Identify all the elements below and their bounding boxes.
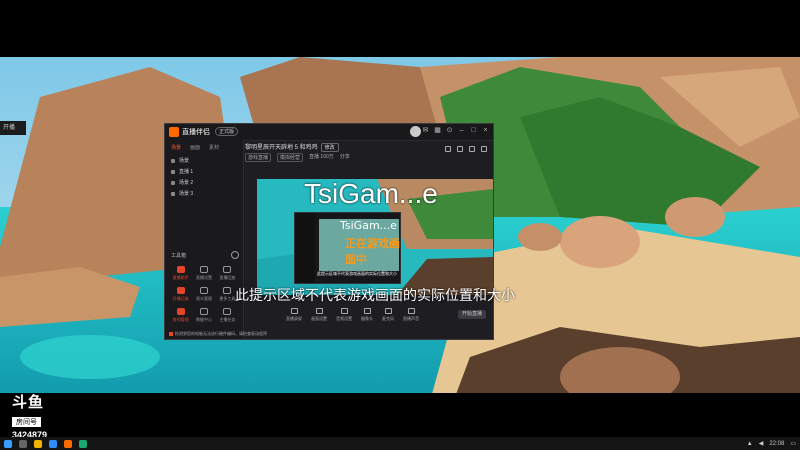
subcategory-tag[interactable]: 模拟经营 (277, 153, 304, 162)
tool-audio-settings[interactable]: 音频设置 (336, 308, 352, 322)
more-icon[interactable] (481, 146, 487, 152)
tab-assets[interactable]: 素材 (209, 144, 219, 151)
tool-item[interactable]: 直播设置 (192, 266, 215, 281)
tab-screen[interactable]: 画面 (190, 144, 200, 151)
top-letterbox (0, 0, 800, 57)
title-bar: 直播伴侣 正式版 ⚙ ✉ ▦ ⊙ – □ × (165, 124, 493, 141)
nested-sidebar (295, 213, 315, 283)
tool-item[interactable]: 开播记录 (169, 287, 192, 302)
nested-logo: TsiGam...e (340, 219, 397, 232)
bottom-toolbar: 直播录屏 画面设置 音频设置 摄像头 麦克风 直播声音 (286, 308, 419, 322)
tool-grid: 直播助手 直播设置 直播回放 开播记录 观众管理 更多工具 房间管理 数据中心 … (169, 266, 239, 323)
douyu-watermark: 斗鱼 房间号 3424879 (12, 395, 58, 440)
fullscreen-icon[interactable] (469, 146, 475, 152)
tool-microphone[interactable]: 麦克风 (382, 308, 394, 322)
category-tag[interactable]: 游戏直播 (245, 153, 272, 162)
tool-screen-settings[interactable]: 画面设置 (311, 308, 327, 322)
tool-icon (223, 308, 232, 315)
tool-icon (223, 287, 232, 294)
scene-item[interactable]: 场景 3 (165, 188, 243, 199)
app-logo-icon (169, 127, 179, 137)
preview-hint: 此提示区域不代表游戏画面的实际位置和大小 (235, 288, 515, 304)
screenshot-icon[interactable] (445, 146, 451, 152)
eye-icon[interactable] (171, 191, 175, 196)
network-icon[interactable]: ▲ (747, 441, 753, 447)
tool-icon (176, 308, 185, 315)
capture-warning: 正在游戏画面中 (345, 237, 400, 266)
room-title: 黎明星辰开天辟地 5 和鸡鸡 修改 (245, 142, 339, 152)
audio-icon (340, 308, 348, 314)
tool-icon (176, 266, 185, 273)
notification-icon[interactable]: ▭ (790, 440, 796, 447)
room-label: 房间号 (12, 417, 41, 427)
camera-icon (363, 308, 371, 314)
eye-icon[interactable] (171, 180, 175, 185)
pin-icon[interactable]: ⊙ (446, 127, 453, 134)
screen-record-icon (290, 308, 298, 314)
folder-icon[interactable] (34, 439, 42, 448)
edit-room-button[interactable]: 修改 (320, 143, 339, 152)
tool-item[interactable]: 主播任务 (216, 308, 239, 323)
windows-start-icon[interactable] (4, 439, 12, 448)
start-stream-button[interactable]: 开始直播 (458, 310, 486, 319)
eye-icon[interactable] (171, 169, 175, 174)
restore-icon[interactable]: □ (470, 127, 477, 134)
scene-tabs: 场景 画面 素材 (165, 140, 243, 155)
speaker-icon (407, 308, 415, 314)
tool-icon (199, 266, 208, 273)
browser-icon[interactable] (49, 439, 57, 448)
tool-icon (199, 287, 208, 294)
tool-item[interactable]: 观众管理 (192, 287, 215, 302)
taskbar: ▲ ◀ 22:08 ▭ (0, 437, 800, 450)
tool-speaker[interactable]: 直播声音 (403, 308, 419, 322)
warning-icon (169, 332, 173, 336)
share-link[interactable]: 分享 (340, 153, 350, 162)
scene-item[interactable]: 直播 1 (165, 166, 243, 177)
left-panel: 场景 画面 素材 场景 直播 1 场景 2 场景 3 工具箱 直播助手 直播设置… (165, 140, 244, 339)
tool-icon (199, 308, 208, 315)
tool-item[interactable]: 房间管理 (169, 308, 192, 323)
display-icon (315, 308, 323, 314)
douyu-logo: 斗鱼 (12, 394, 45, 411)
nested-hint: 此提示区域不代表游戏画面的实际位置和大小 (317, 271, 397, 276)
toolbox-title: 工具箱 (171, 253, 187, 259)
watermark-logo: TsiGam...e (304, 178, 438, 209)
tool-item[interactable]: 直播回放 (216, 266, 239, 281)
status-bar: 检测到您的电脑无法进行硬件编码，请检查驱动程序 (169, 331, 267, 337)
tool-icon (223, 266, 232, 273)
room-stat: 直播 100万 (309, 154, 334, 160)
preview-tools (445, 146, 487, 152)
chat-app-icon[interactable] (79, 439, 87, 448)
tool-item[interactable]: 直播助手 (169, 266, 192, 281)
room-meta: 游戏直播 模拟经营 直播 100万 分享 (245, 153, 350, 162)
nested-preview-window: TsiGam...e 正在游戏画面中 此提示区域不代表游戏画面的实际位置和大小 (294, 212, 401, 284)
live-app-icon[interactable] (64, 439, 72, 448)
toolbox-toggle-icon[interactable] (231, 251, 239, 259)
microphone-icon (384, 308, 392, 314)
clock[interactable]: 22:08 (769, 441, 784, 447)
app-name: 直播伴侣 (182, 129, 210, 136)
version-badge: 正式版 (215, 127, 239, 136)
eye-icon[interactable] (171, 158, 175, 163)
system-tray: ▲ ◀ 22:08 ▭ (747, 437, 796, 450)
scene-item[interactable]: 场景 (165, 155, 243, 166)
record-icon[interactable] (457, 146, 463, 152)
tool-screen-record[interactable]: 直播录屏 (286, 308, 302, 322)
minimize-icon[interactable]: – (458, 127, 465, 134)
tool-item[interactable]: 数据中心 (192, 308, 215, 323)
tool-camera[interactable]: 摄像头 (361, 308, 373, 322)
bottom-letterbox (0, 393, 800, 437)
mail-icon[interactable]: ✉ (422, 127, 429, 134)
window-controls: ⚙ ✉ ▦ ⊙ – □ × (410, 127, 489, 134)
volume-icon[interactable]: ◀ (759, 440, 764, 447)
layout-icon[interactable]: ▦ (434, 127, 441, 134)
scene-item[interactable]: 场景 2 (165, 177, 243, 188)
settings-icon[interactable]: ⚙ (410, 127, 417, 134)
tab-scenes[interactable]: 场景 (171, 144, 181, 151)
close-icon[interactable]: × (482, 127, 489, 134)
search-icon[interactable] (19, 439, 27, 448)
side-panel-tab[interactable]: 开播 (0, 121, 26, 135)
tool-icon (176, 287, 185, 294)
